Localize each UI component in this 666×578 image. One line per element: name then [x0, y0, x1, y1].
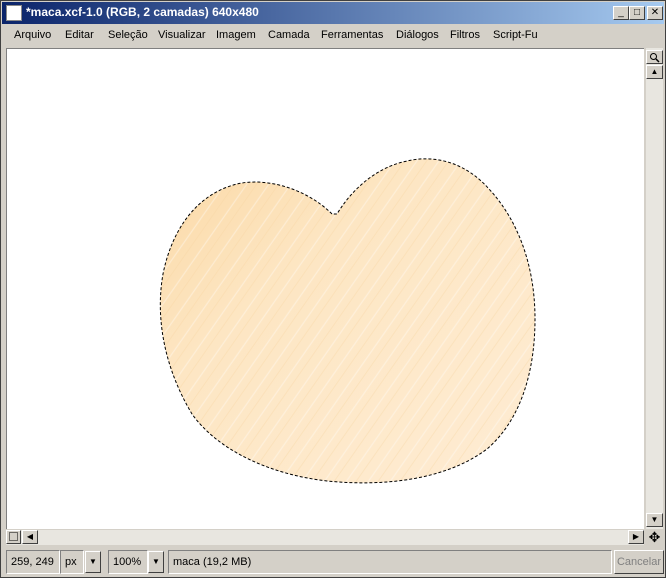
- image-canvas[interactable]: [6, 48, 644, 529]
- status-bar: 259, 249 px ▼ 100% ▼ maca (19,2 MB) Canc…: [2, 547, 664, 577]
- menu-imagem[interactable]: Imagem: [216, 29, 256, 41]
- menu-arquivo[interactable]: Arquivo: [14, 29, 51, 41]
- maximize-button[interactable]: □: [629, 6, 645, 20]
- menu-visualizar[interactable]: Visualizar: [158, 29, 206, 41]
- move-cross-icon[interactable]: ✥: [646, 530, 663, 545]
- app-icon: [6, 5, 22, 21]
- menu-filtros[interactable]: Filtros: [450, 29, 480, 41]
- close-button[interactable]: ✕: [647, 6, 663, 20]
- menu-camada[interactable]: Camada: [268, 29, 310, 41]
- scroll-left-button[interactable]: ◀: [22, 530, 38, 544]
- zoom-select[interactable]: 100%: [108, 550, 148, 574]
- image-drawing: [159, 158, 536, 484]
- scroll-right-button[interactable]: ▶: [628, 530, 644, 544]
- horizontal-scrollbar[interactable]: ◀ ▶: [6, 530, 644, 545]
- menu-bar: Arquivo Editar Seleção Visualizar Imagem…: [2, 25, 664, 46]
- menu-dialogos[interactable]: Diálogos: [396, 29, 439, 41]
- menu-selecao[interactable]: Seleção: [108, 29, 148, 41]
- scroll-down-button[interactable]: ▼: [646, 513, 663, 527]
- window-title: *maca.xcf-1.0 (RGB, 2 camadas) 640x480: [26, 5, 259, 19]
- apple-texture: [160, 158, 535, 483]
- image-window: *maca.xcf-1.0 (RGB, 2 camadas) 640x480 _…: [0, 0, 666, 578]
- quick-mask-icon[interactable]: [6, 530, 21, 544]
- pointer-coordinates: 259, 249: [6, 550, 60, 574]
- scroll-up-button[interactable]: ▲: [646, 65, 663, 79]
- minimize-button[interactable]: _: [613, 6, 629, 20]
- unit-dropdown-arrow[interactable]: ▼: [85, 551, 101, 573]
- zoom-dropdown-arrow[interactable]: ▼: [148, 551, 164, 573]
- unit-select[interactable]: px: [60, 550, 84, 574]
- title-bar[interactable]: *maca.xcf-1.0 (RGB, 2 camadas) 640x480 _…: [2, 2, 664, 24]
- vertical-scrollbar[interactable]: ▲ ▼: [646, 48, 663, 529]
- magnifier-icon[interactable]: [646, 50, 663, 64]
- menu-ferramentas[interactable]: Ferramentas: [321, 29, 383, 41]
- cancel-button[interactable]: Cancelar: [614, 550, 664, 574]
- menu-editar[interactable]: Editar: [65, 29, 94, 41]
- menu-script-fu[interactable]: Script-Fu: [493, 29, 538, 41]
- layer-info-label: maca (19,2 MB): [168, 550, 612, 574]
